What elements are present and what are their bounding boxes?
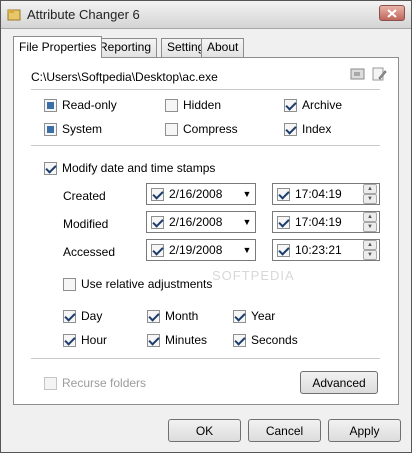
accessed-date-picker[interactable]: 2/19/2008 ▼ bbox=[146, 239, 256, 261]
created-date-picker[interactable]: 2/16/2008 ▼ bbox=[146, 183, 256, 205]
separator bbox=[31, 89, 380, 90]
read-only-label: Read-only bbox=[62, 98, 117, 112]
minutes-box[interactable] bbox=[147, 333, 160, 347]
hidden-label: Hidden bbox=[183, 98, 222, 112]
cancel-button[interactable]: Cancel bbox=[248, 419, 321, 442]
created-label: Created bbox=[63, 189, 106, 203]
select-file-icon[interactable] bbox=[350, 66, 366, 82]
month-box[interactable] bbox=[147, 309, 160, 323]
created-time-field[interactable]: 17:04:19 ▲ ▼ bbox=[272, 183, 380, 205]
archive-checkbox[interactable]: Archive bbox=[284, 98, 342, 112]
tab-file-properties[interactable]: File Properties bbox=[13, 36, 103, 58]
tab-about[interactable]: About bbox=[201, 38, 245, 57]
ok-button[interactable]: OK bbox=[168, 419, 241, 442]
advanced-button[interactable]: Advanced bbox=[300, 371, 378, 394]
archive-label: Archive bbox=[302, 98, 343, 112]
modified-time-spinner[interactable]: ▲ ▼ bbox=[363, 212, 377, 232]
day-box[interactable] bbox=[63, 309, 76, 323]
compress-box[interactable] bbox=[165, 122, 178, 136]
seconds-box[interactable] bbox=[233, 333, 246, 347]
modified-date-picker[interactable]: 2/16/2008 ▼ bbox=[146, 211, 256, 233]
app-window: Attribute Changer 6 File Properties Repo… bbox=[0, 0, 412, 453]
day-checkbox[interactable]: Day bbox=[63, 309, 102, 323]
recurse-folders-box[interactable] bbox=[44, 376, 57, 390]
system-label: System bbox=[62, 122, 103, 136]
close-button[interactable] bbox=[379, 5, 405, 21]
year-box[interactable] bbox=[233, 309, 246, 323]
hour-label: Hour bbox=[81, 333, 108, 347]
created-date-value: 2/16/2008 bbox=[169, 187, 223, 201]
minutes-label: Minutes bbox=[165, 333, 208, 347]
modify-timestamps-label: Modify date and time stamps bbox=[62, 161, 216, 175]
spin-up-icon: ▲ bbox=[363, 184, 377, 194]
accessed-time-spinner[interactable]: ▲ ▼ bbox=[363, 240, 377, 260]
spin-up-icon: ▲ bbox=[363, 240, 377, 250]
chevron-down-icon[interactable]: ▼ bbox=[239, 245, 255, 255]
index-checkbox[interactable]: Index bbox=[284, 122, 331, 136]
separator bbox=[31, 358, 380, 359]
file-properties-panel: C:\Users\Softpedia\Desktop\ac.exe Read-o… bbox=[13, 57, 399, 405]
spin-down-icon: ▼ bbox=[363, 222, 377, 232]
modify-timestamps-box[interactable] bbox=[44, 161, 57, 175]
hidden-box[interactable] bbox=[165, 98, 178, 112]
compress-checkbox[interactable]: Compress bbox=[165, 122, 238, 136]
relative-adjustments-checkbox[interactable]: Use relative adjustments bbox=[63, 277, 212, 291]
apply-button[interactable]: Apply bbox=[328, 419, 401, 442]
accessed-date-enabled-box[interactable] bbox=[151, 243, 164, 257]
app-icon bbox=[7, 8, 21, 22]
accessed-time-enabled-box[interactable] bbox=[277, 243, 290, 257]
system-checkbox[interactable]: System bbox=[44, 122, 102, 136]
modify-timestamps-checkbox[interactable]: Modify date and time stamps bbox=[44, 161, 215, 175]
recurse-folders-label: Recurse folders bbox=[62, 376, 147, 390]
edit-file-icon[interactable] bbox=[371, 66, 387, 82]
seconds-checkbox[interactable]: Seconds bbox=[233, 333, 298, 347]
read-only-checkbox[interactable]: Read-only bbox=[44, 98, 117, 112]
modified-date-enabled-box[interactable] bbox=[151, 215, 164, 229]
created-time-enabled-box[interactable] bbox=[277, 187, 290, 201]
accessed-date-value: 2/19/2008 bbox=[169, 243, 223, 257]
relative-adjustments-label: Use relative adjustments bbox=[81, 277, 213, 291]
spin-up-icon: ▲ bbox=[363, 212, 377, 222]
created-time-value: 17:04:19 bbox=[295, 187, 342, 201]
created-date-enabled-box[interactable] bbox=[151, 187, 164, 201]
system-box[interactable] bbox=[44, 122, 57, 136]
modified-time-field[interactable]: 17:04:19 ▲ ▼ bbox=[272, 211, 380, 233]
archive-box[interactable] bbox=[284, 98, 297, 112]
read-only-box[interactable] bbox=[44, 98, 57, 112]
relative-adjustments-box[interactable] bbox=[63, 277, 76, 291]
spin-down-icon: ▼ bbox=[363, 194, 377, 204]
accessed-label: Accessed bbox=[63, 245, 116, 259]
month-checkbox[interactable]: Month bbox=[147, 309, 198, 323]
file-path: C:\Users\Softpedia\Desktop\ac.exe bbox=[31, 70, 218, 84]
chevron-down-icon[interactable]: ▼ bbox=[239, 217, 255, 227]
watermark: SOFTPEDIA bbox=[212, 268, 295, 283]
minutes-checkbox[interactable]: Minutes bbox=[147, 333, 207, 347]
compress-label: Compress bbox=[183, 122, 238, 136]
recurse-folders-checkbox[interactable]: Recurse folders bbox=[44, 376, 146, 390]
spin-down-icon: ▼ bbox=[363, 250, 377, 260]
index-box[interactable] bbox=[284, 122, 297, 136]
chevron-down-icon[interactable]: ▼ bbox=[239, 189, 255, 199]
month-label: Month bbox=[165, 309, 199, 323]
title-bar[interactable]: Attribute Changer 6 bbox=[1, 1, 411, 29]
year-checkbox[interactable]: Year bbox=[233, 309, 275, 323]
modified-time-value: 17:04:19 bbox=[295, 215, 342, 229]
year-label: Year bbox=[251, 309, 276, 323]
close-icon bbox=[387, 8, 397, 18]
accessed-time-field[interactable]: 10:23:21 ▲ ▼ bbox=[272, 239, 380, 261]
modified-label: Modified bbox=[63, 217, 109, 231]
seconds-label: Seconds bbox=[251, 333, 298, 347]
modified-time-enabled-box[interactable] bbox=[277, 215, 290, 229]
hour-box[interactable] bbox=[63, 333, 76, 347]
modified-date-value: 2/16/2008 bbox=[169, 215, 223, 229]
hidden-checkbox[interactable]: Hidden bbox=[165, 98, 221, 112]
accessed-time-value: 10:23:21 bbox=[295, 243, 342, 257]
created-time-spinner[interactable]: ▲ ▼ bbox=[363, 184, 377, 204]
hour-checkbox[interactable]: Hour bbox=[63, 333, 107, 347]
window-title: Attribute Changer 6 bbox=[27, 7, 140, 22]
day-label: Day bbox=[81, 309, 103, 323]
tab-reporting[interactable]: Reporting bbox=[93, 38, 158, 57]
index-label: Index bbox=[302, 122, 332, 136]
separator bbox=[31, 145, 380, 146]
